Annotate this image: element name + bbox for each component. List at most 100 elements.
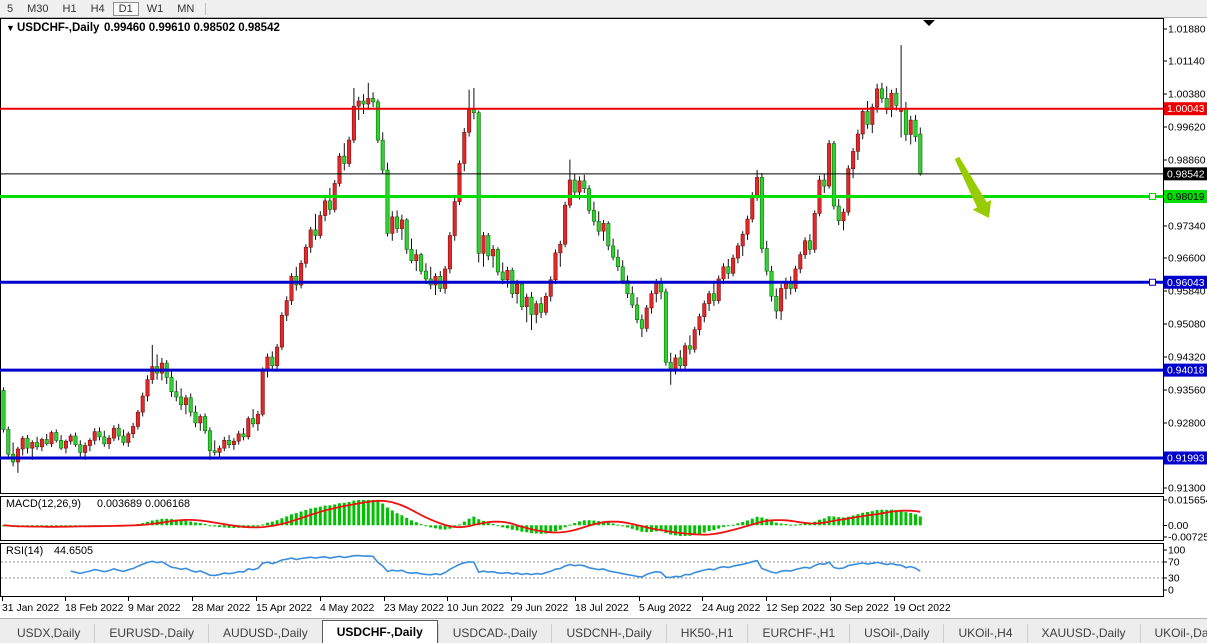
bear-candle — [631, 294, 634, 305]
timeframe-button-d1[interactable]: D1 — [113, 2, 139, 16]
macd-histogram-bar — [410, 520, 413, 525]
bear-candle — [487, 236, 490, 256]
tab-eurchf-h1[interactable]: EURCHF-,H1 — [747, 624, 849, 643]
macd-histogram-bar — [540, 525, 543, 534]
bear-candle — [117, 428, 120, 436]
price-axis-label: 0.92800 — [1168, 418, 1206, 429]
rsi-axis-label: 0 — [1168, 586, 1174, 597]
macd-histogram-bar — [784, 524, 787, 525]
macd-histogram-bar — [319, 507, 322, 526]
macd-histogram-bar — [194, 522, 197, 525]
macd-histogram-bar — [434, 525, 437, 528]
timeframe-button-5[interactable]: 5 — [1, 2, 19, 16]
line-handle[interactable] — [1150, 194, 1156, 200]
macd-histogram-bar — [780, 524, 783, 526]
timeframe-button-mn[interactable]: MN — [171, 2, 200, 16]
bear-candle — [227, 440, 230, 444]
macd-histogram-bar — [324, 506, 327, 526]
dropdown-arrow-icon[interactable]: ▼ — [6, 23, 15, 33]
bull-candle — [319, 216, 322, 236]
tab-usdcad-daily[interactable]: USDCAD-,Daily — [438, 624, 552, 643]
macd-histogram-bar — [266, 523, 269, 526]
bull-candle — [83, 446, 86, 453]
macd-histogram-bar — [199, 523, 202, 525]
bear-candle — [607, 223, 610, 246]
line-handle[interactable] — [1150, 279, 1156, 285]
timeframe-button-m30[interactable]: M30 — [21, 2, 54, 16]
macd-histogram-bar — [698, 525, 701, 534]
bear-candle — [611, 246, 614, 257]
bear-candle — [79, 445, 82, 453]
date-axis-label: 31 Jan 2022 — [2, 603, 59, 614]
bear-candle — [530, 297, 533, 314]
date-axis-label: 30 Sep 2022 — [830, 603, 889, 614]
price-axis-label: 0.95080 — [1168, 320, 1206, 331]
date-axis-label: 15 Apr 2022 — [256, 603, 312, 614]
bull-candle — [141, 396, 144, 412]
main-price-panel — [1, 19, 1164, 494]
bull-candle — [232, 441, 235, 444]
tab-usdx-daily[interactable]: USDX,Daily — [3, 624, 94, 643]
macd-histogram-bar — [914, 514, 917, 525]
price-axis-label: 0.94320 — [1168, 353, 1206, 364]
bear-candle — [203, 416, 206, 430]
symbol-tab-bar: USDX,DailyEURUSD-,DailyAUDUSD-,DailyUSDC… — [0, 618, 1207, 643]
bull-candle — [69, 436, 72, 441]
tab-eurusd-daily[interactable]: EURUSD-,Daily — [94, 624, 208, 643]
bull-candle — [578, 181, 581, 192]
macd-axis-label: -0.007259 — [1168, 533, 1207, 544]
bull-candle — [813, 213, 816, 249]
macd-histogram-bar — [223, 525, 226, 527]
timeframe-button-w1[interactable]: W1 — [141, 2, 170, 16]
tab-usdcnh-daily[interactable]: USDCNH-,Daily — [551, 624, 665, 643]
macd-histogram-bar — [861, 513, 864, 526]
tab-ukoil-daily[interactable]: UKOil-,Daily — [1140, 624, 1207, 643]
macd-histogram-bar — [391, 510, 394, 525]
candlestick-chart[interactable]: 1.018801.011401.003800.996200.988600.973… — [0, 0, 1207, 643]
tab-hk50-h1[interactable]: HK50-,H1 — [666, 624, 748, 643]
tab-usoil-daily[interactable]: USOil-,Daily — [849, 624, 943, 643]
bear-candle — [621, 267, 624, 281]
toolbar-separator — [205, 3, 206, 15]
bull-candle — [448, 236, 451, 269]
bear-candle — [765, 249, 768, 272]
bull-candle — [655, 283, 658, 293]
macd-histogram-bar — [900, 511, 903, 526]
macd-histogram-bar — [919, 516, 922, 525]
tab-ukoil-h4[interactable]: UKOil-,H4 — [943, 624, 1026, 643]
macd-histogram-bar — [722, 525, 725, 527]
macd-histogram-bar — [496, 525, 499, 526]
bull-candle — [559, 244, 562, 253]
tab-audusd-daily[interactable]: AUDUSD-,Daily — [208, 624, 322, 643]
macd-histogram-bar — [256, 525, 259, 526]
macd-histogram-bar — [184, 521, 187, 526]
price-axis-label: 0.97340 — [1168, 221, 1206, 232]
macd-histogram-bar — [468, 519, 471, 526]
bull-candle — [93, 432, 96, 441]
bear-candle — [501, 272, 504, 280]
bear-candle — [573, 180, 576, 192]
tab-xauusd-daily[interactable]: XAUUSD-,Daily — [1027, 624, 1140, 643]
bull-candle — [698, 317, 701, 330]
bull-candle — [112, 428, 115, 438]
price-badge-label: 0.94018 — [1167, 366, 1205, 377]
rsi-axis-label: 30 — [1168, 574, 1180, 585]
macd-histogram-bar — [626, 525, 629, 527]
bull-candle — [563, 205, 566, 244]
macd-axis-label: 0.015654 — [1168, 496, 1207, 507]
macd-axis-label: 0.00 — [1168, 521, 1188, 532]
bear-candle — [343, 156, 346, 163]
timeframe-button-h4[interactable]: H4 — [85, 2, 111, 16]
bull-candle — [275, 347, 278, 366]
bear-candle — [362, 101, 365, 104]
bear-candle — [376, 102, 379, 140]
macd-histogram-bar — [789, 525, 792, 526]
rsi-axis-label: 70 — [1168, 558, 1180, 569]
macd-histogram-bar — [506, 525, 509, 528]
timeframe-button-h1[interactable]: H1 — [57, 2, 83, 16]
macd-histogram-bar — [367, 500, 370, 525]
tab-usdchf-daily[interactable]: USDCHF-,Daily — [322, 620, 438, 643]
bear-candle — [175, 392, 178, 397]
bear-candle — [587, 189, 590, 211]
bull-candle — [400, 220, 403, 229]
